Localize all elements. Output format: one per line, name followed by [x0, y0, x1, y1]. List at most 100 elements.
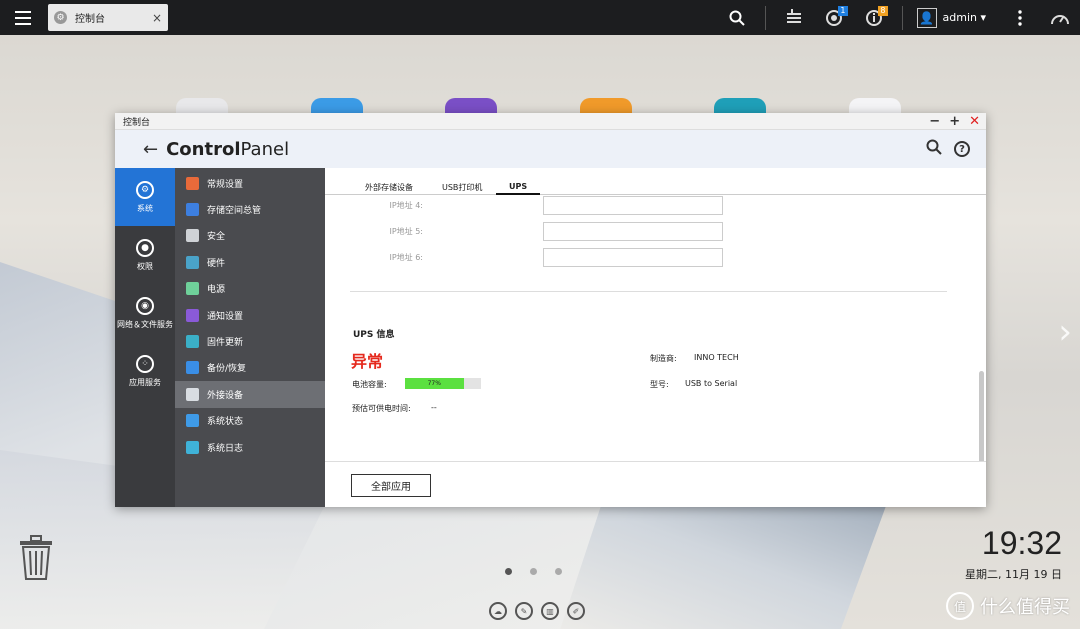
dock-cloud-icon[interactable]: ☁: [489, 602, 507, 620]
submenu-item[interactable]: 常规设置: [175, 170, 325, 196]
submenu-item-label: 固件更新: [207, 338, 244, 349]
submenu-item[interactable]: 外接设备: [175, 381, 325, 408]
background-tasks-icon[interactable]: [774, 0, 814, 35]
submenu-item[interactable]: 电源: [175, 276, 325, 302]
more-options-icon[interactable]: [1000, 0, 1040, 35]
submenu-item-label: 电源: [207, 285, 226, 296]
page-dot[interactable]: [555, 568, 562, 575]
taskbar-tab-control-panel[interactable]: ⚙ 控制台 ×: [48, 4, 168, 31]
submenu-item-label: 通知设置: [207, 311, 244, 322]
watermark: 值 什么值得买: [946, 592, 1070, 620]
submenu-item[interactable]: 安全: [175, 223, 325, 249]
tab-external-storage[interactable]: 外部存储设备: [365, 182, 413, 193]
submenu-item-label: 备份/恢复: [207, 364, 247, 375]
model-label: 型号:: [650, 380, 669, 389]
dashboard-gauge-icon[interactable]: [1040, 0, 1080, 35]
page-indicator: [505, 568, 562, 575]
help-icon[interactable]: ?: [954, 141, 970, 157]
apply-all-button[interactable]: 全部应用: [351, 474, 431, 497]
submenu-item-icon: [186, 203, 199, 217]
search-icon[interactable]: [926, 139, 942, 159]
submenu-item[interactable]: 硬件: [175, 249, 325, 275]
settings-submenu: 常规设置存储空间总管 安全硬件电源通知设置固件更新备份/恢复外接设备系统状态系统日…: [175, 168, 325, 507]
tab-ups[interactable]: UPS: [509, 182, 527, 191]
next-page-arrow-icon[interactable]: ›: [1058, 312, 1072, 352]
maximize-icon[interactable]: +: [949, 114, 960, 129]
submenu-item-icon: [186, 387, 199, 401]
submenu-item[interactable]: 固件更新: [175, 328, 325, 354]
notification-badge: 8: [878, 6, 888, 16]
user-menu[interactable]: admin ▾: [937, 11, 1000, 24]
submenu-item[interactable]: 存储空间总管: [175, 196, 325, 222]
ip-label: IP地址 5:: [389, 227, 423, 236]
runtime-label: 预估可供电时间:: [352, 404, 411, 413]
submenu-item-label: 存储空间总管: [207, 206, 262, 217]
scrollbar[interactable]: [979, 371, 984, 461]
ups-status: 异常: [351, 352, 384, 371]
submenu-item-icon: [186, 440, 199, 454]
taskbar-tools: 1 8 👤 admin ▾: [717, 0, 1080, 35]
runtime-value: --: [431, 403, 437, 412]
user-avatar-icon[interactable]: 👤: [916, 7, 937, 28]
category-privilege[interactable]: ● 权限: [115, 226, 175, 284]
category-network[interactable]: ◉ 网络＆文件服务: [115, 284, 175, 342]
submenu-item-icon: [186, 308, 199, 322]
globe-icon: ◉: [136, 296, 154, 315]
minimize-icon[interactable]: −: [929, 114, 940, 129]
submenu-item-label: 常规设置: [207, 179, 244, 190]
submenu-item-icon: [186, 176, 199, 190]
search-icon[interactable]: [717, 0, 757, 35]
control-panel-window: 控制台 − + ✕ ← ControlPanel ? ⚙ 系统 ● 权限 ◉ 网…: [115, 113, 986, 507]
manufacturer-value: INNO TECH: [694, 353, 739, 362]
submenu-item[interactable]: 系统日志: [175, 434, 325, 460]
dock-edit-icon[interactable]: ✐: [567, 602, 585, 620]
ups-settings-panel: IP地址 4: IP地址 5: IP地址 6: UPS 信息 异常 电池容量:: [325, 196, 986, 461]
tab-usb-printer[interactable]: USB打印机: [442, 182, 482, 193]
page-dot[interactable]: [505, 568, 512, 575]
submenu-item-icon: [186, 282, 199, 296]
ip-address-input[interactable]: [543, 196, 723, 215]
close-icon[interactable]: ✕: [969, 114, 980, 129]
apps-grid-icon: ⁘: [136, 354, 154, 373]
page-dot[interactable]: [530, 568, 537, 575]
category-applications[interactable]: ⁘ 应用服务: [115, 342, 175, 400]
ip-row: IP地址 6:: [325, 248, 925, 268]
desktop-date: 星期二, 11月 19 日: [965, 568, 1062, 581]
submenu-item-label: 硬件: [207, 258, 226, 269]
submenu-item[interactable]: 通知设置: [175, 302, 325, 328]
divider: [764, 5, 766, 30]
window-body: ⚙ 系统 ● 权限 ◉ 网络＆文件服务 ⁘ 应用服务 常规设置存储空间总管 安全硬…: [115, 168, 986, 507]
submenu-item[interactable]: 备份/恢复: [175, 355, 325, 381]
page-title: ControlPanel: [166, 138, 290, 160]
external-device-icon[interactable]: 1: [814, 0, 854, 35]
submenu-item-label: 系统日志: [207, 443, 244, 454]
ip-address-input[interactable]: [543, 248, 723, 267]
battery-label: 电池容量:: [352, 380, 387, 389]
desktop-clock: 19:32: [981, 525, 1062, 561]
submenu-item-icon: [186, 229, 199, 243]
submenu-item[interactable]: 系统状态: [175, 408, 325, 434]
category-system[interactable]: ⚙ 系统: [115, 168, 175, 226]
notification-badge: 1: [838, 6, 848, 16]
active-tab-indicator: [496, 193, 540, 195]
submenu-item-icon: [186, 414, 199, 428]
notification-info-icon[interactable]: 8: [854, 0, 894, 35]
battery-percent: 77%: [427, 380, 441, 387]
recycle-bin-icon[interactable]: [18, 535, 54, 581]
back-arrow-icon[interactable]: ←: [143, 139, 158, 160]
close-icon[interactable]: ×: [152, 11, 162, 25]
main-content: 外部存储设备 USB打印机 UPS IP地址 4: IP地址 5: IP地址 6…: [325, 168, 986, 507]
ups-info-title: UPS 信息: [353, 330, 395, 340]
ip-address-input[interactable]: [543, 222, 723, 241]
tab-label: 控制台: [75, 14, 105, 25]
window-titlebar[interactable]: 控制台 − + ✕: [115, 113, 986, 130]
battery-progress-fill: 77%: [405, 378, 464, 389]
dock-book-icon[interactable]: ▥: [541, 602, 559, 620]
submenu-item-label: 系统状态: [207, 417, 244, 428]
submenu-item-label: 安全: [207, 232, 226, 243]
hamburger-menu-icon[interactable]: [0, 0, 46, 35]
content-footer: 全部应用: [325, 461, 986, 507]
ip-label: IP地址 4:: [389, 201, 423, 210]
dock-tools-icon[interactable]: ✎: [515, 602, 533, 620]
control-panel-header: ← ControlPanel ?: [115, 130, 986, 168]
